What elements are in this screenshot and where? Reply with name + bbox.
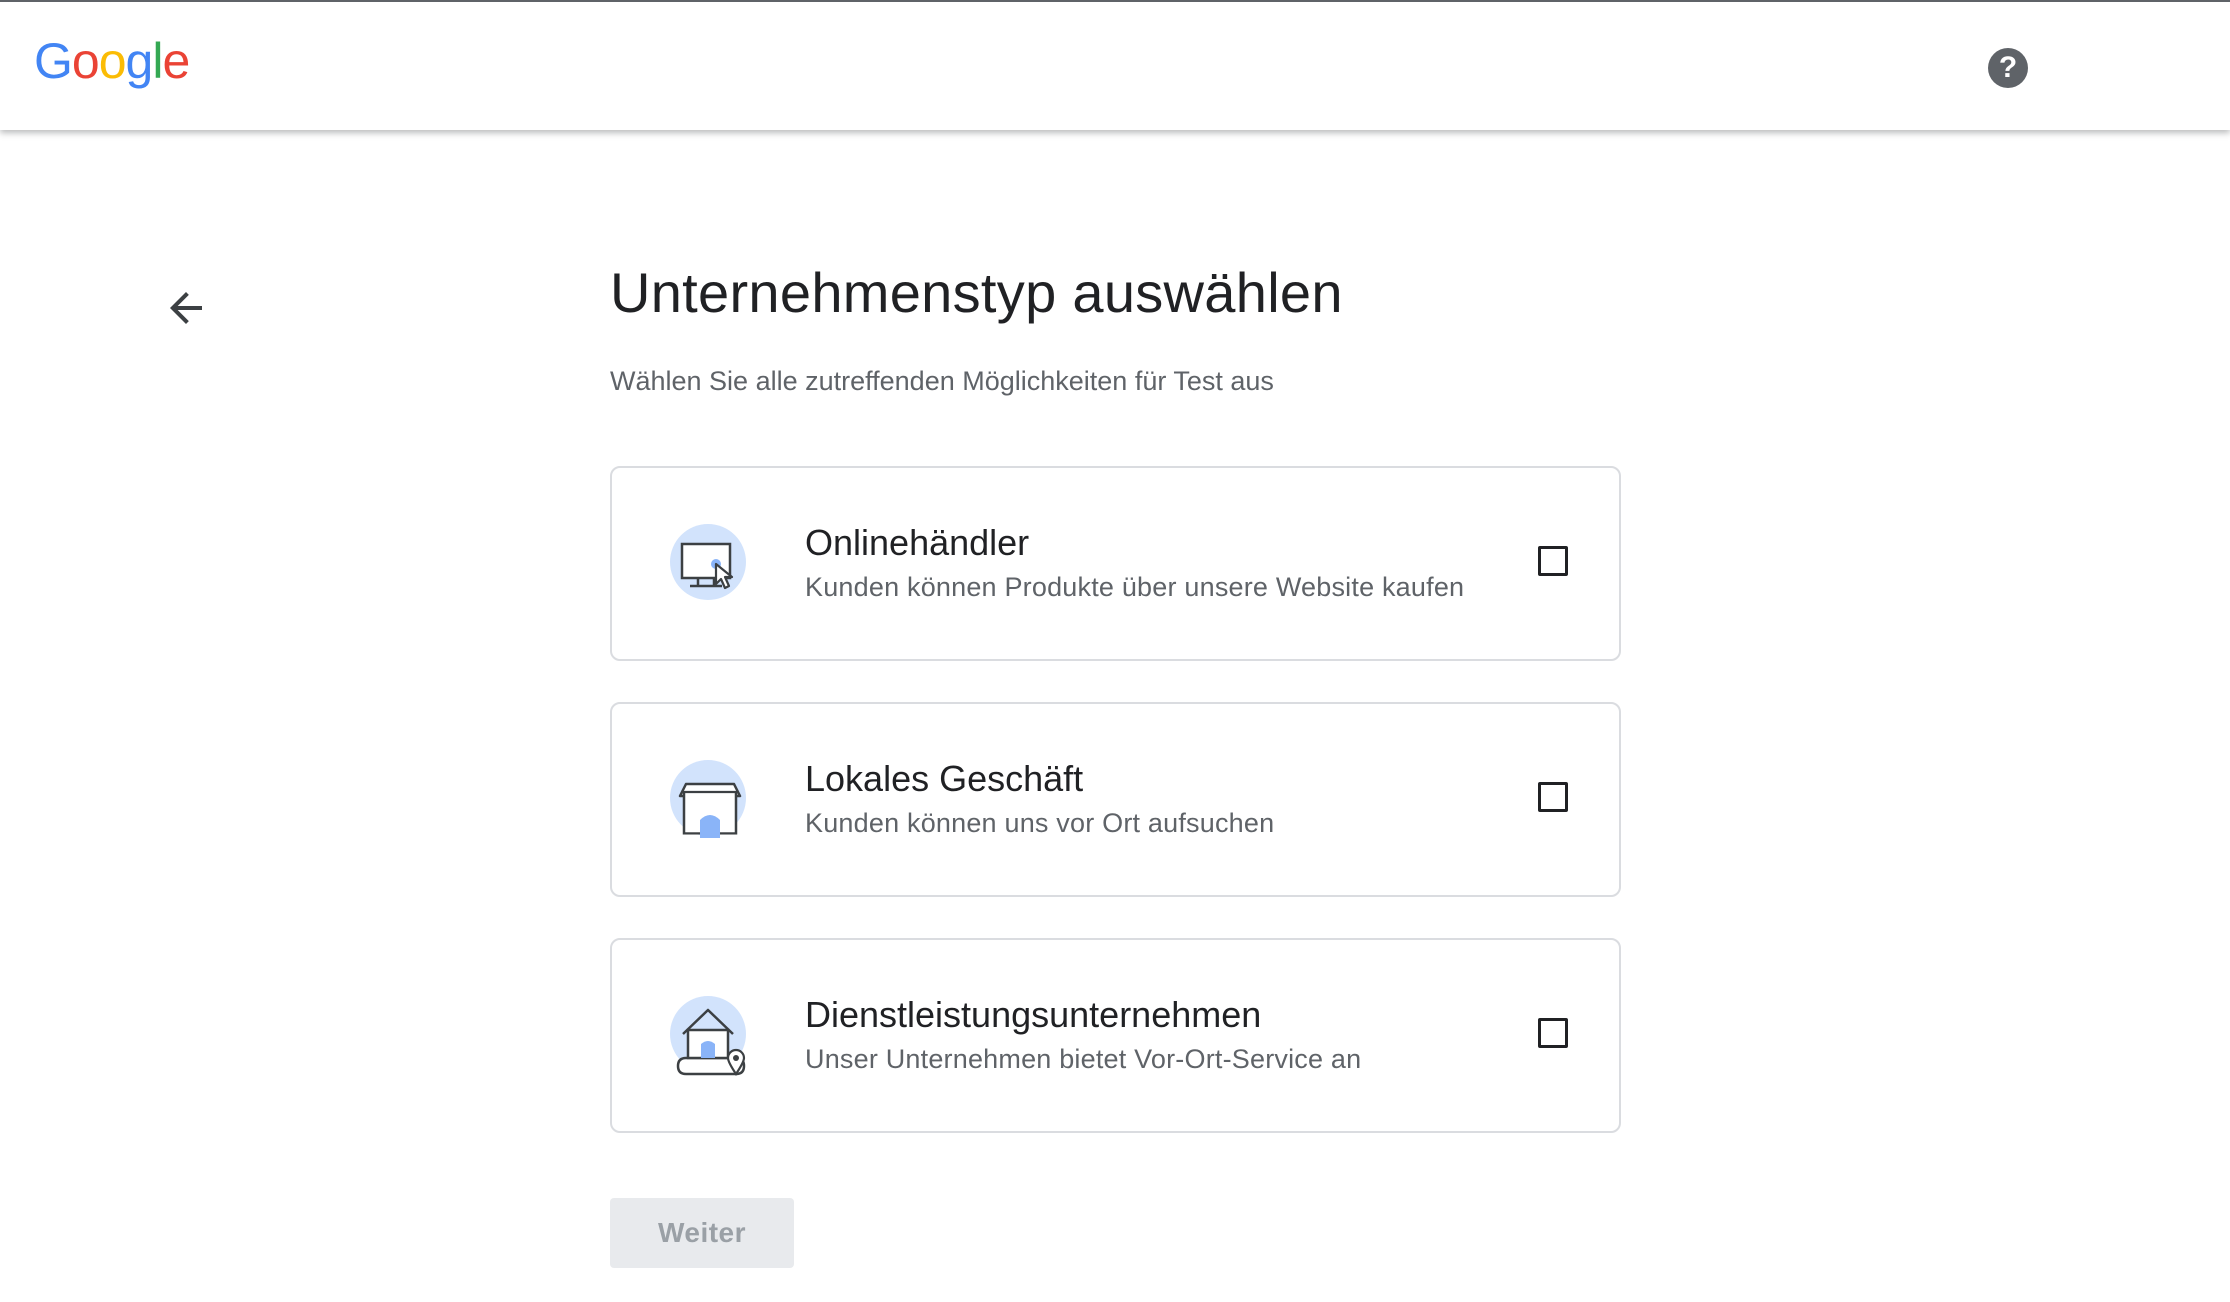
house-location-icon — [670, 996, 750, 1076]
service-business-checkbox[interactable] — [1538, 1018, 1568, 1048]
option-description: Unser Unternehmen bietet Vor-Ort-Service… — [805, 1044, 1362, 1074]
option-name: Lokales Geschäft — [805, 758, 1084, 799]
option-name: Onlinehändler — [805, 522, 1030, 563]
option-description: Kunden können Produkte über unsere Websi… — [805, 572, 1465, 602]
option-name: Dienstleistungsunternehmen — [805, 994, 1262, 1035]
next-button[interactable]: Weiter — [610, 1198, 794, 1268]
storefront-icon — [670, 760, 750, 840]
arrow-back-icon[interactable] — [162, 284, 210, 332]
online-retailer-checkbox[interactable] — [1538, 546, 1568, 576]
monitor-cursor-icon — [670, 524, 750, 604]
option-card-service-business[interactable]: Dienstleistungsunternehmen Unser Unterne… — [610, 938, 1621, 1133]
help-circle-icon[interactable]: ? — [1988, 48, 2028, 88]
google-logo[interactable]: Google — [34, 33, 190, 89]
page-subtitle: Wählen Sie alle zutreffenden Möglichkeit… — [610, 366, 1274, 396]
option-card-online-retailer[interactable]: Onlinehändler Kunden können Produkte übe… — [610, 466, 1621, 661]
top-app-bar: Google ? — [0, 0, 2230, 130]
logo-letter: o — [98, 33, 127, 89]
page-title: Unternehmenstyp auswählen — [610, 261, 1343, 324]
logo-letter: o — [71, 33, 100, 89]
option-description: Kunden können uns vor Ort aufsuchen — [805, 808, 1275, 838]
logo-letter: l — [152, 33, 163, 89]
option-card-local-store[interactable]: Lokales Geschäft Kunden können uns vor O… — [610, 702, 1621, 897]
logo-letter: e — [162, 33, 190, 89]
logo-letter: G — [34, 33, 73, 89]
logo-letter: g — [125, 33, 154, 89]
local-store-checkbox[interactable] — [1538, 782, 1568, 812]
